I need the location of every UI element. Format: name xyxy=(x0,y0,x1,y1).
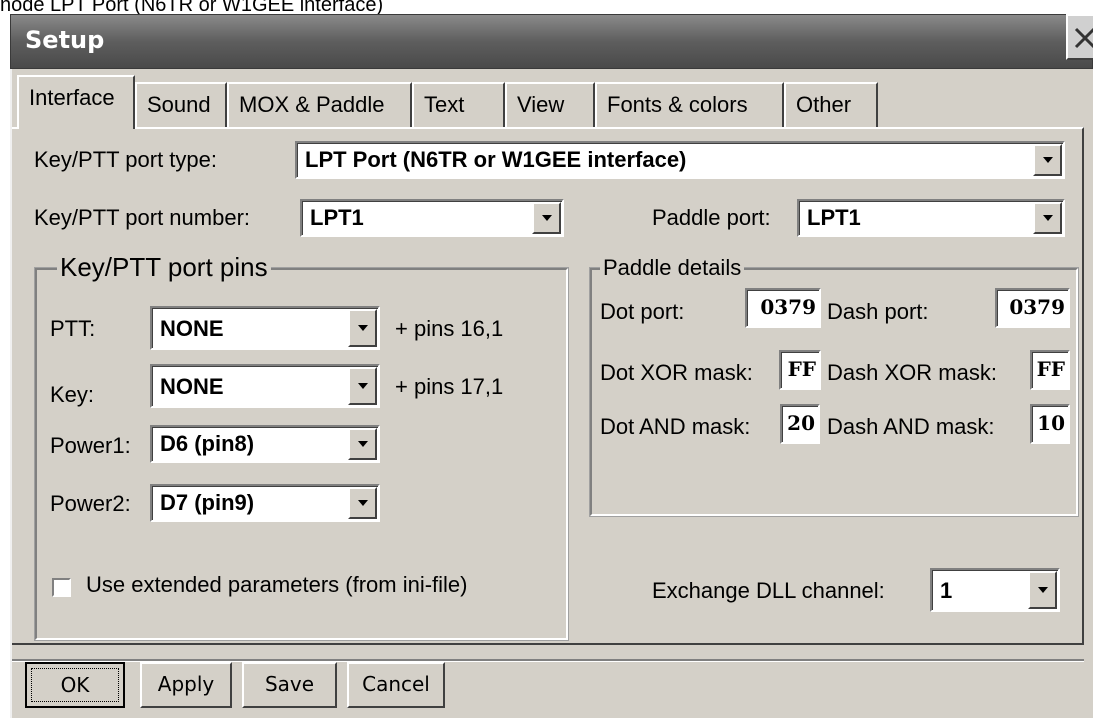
key-value: NONE xyxy=(160,374,224,399)
ok-button[interactable]: OK xyxy=(25,662,125,708)
dot-port-label: Dot port: xyxy=(600,299,685,324)
dash-and-label: Dash AND mask: xyxy=(827,414,995,439)
paddle-port-value: LPT1 xyxy=(807,205,861,230)
dot-and-input[interactable]: 20 xyxy=(780,404,820,444)
pins-group-title: Key/PTT port pins xyxy=(57,252,271,283)
dash-xor-input[interactable]: FF xyxy=(1030,350,1070,390)
power1-label: Power1: xyxy=(50,433,131,458)
ptt-value: NONE xyxy=(160,316,224,341)
key-label: Key: xyxy=(50,382,95,407)
port-number-dropdown-button[interactable] xyxy=(532,202,561,234)
paddle-port-label: Paddle port: xyxy=(652,205,771,230)
port-number-select[interactable]: LPT1 xyxy=(300,199,564,237)
chevron-down-icon xyxy=(358,383,368,389)
ptt-dropdown-button[interactable] xyxy=(348,309,377,347)
ptt-pins-note: + pins 16,1 xyxy=(395,316,504,341)
paddle-port-select[interactable]: LPT1 xyxy=(797,199,1065,237)
close-icon xyxy=(1074,27,1093,49)
tab-interface[interactable]: Interface xyxy=(17,75,135,129)
power2-label: Power2: xyxy=(50,491,131,516)
dll-channel-dropdown-button[interactable] xyxy=(1028,571,1057,609)
port-type-label: Key/PTT port type: xyxy=(34,147,218,172)
paddle-port-dropdown-button[interactable] xyxy=(1033,202,1062,234)
chevron-down-icon xyxy=(1043,157,1053,163)
dash-and-input[interactable]: 10 xyxy=(1030,404,1070,444)
dash-port-label: Dash port: xyxy=(827,299,929,324)
port-type-value: LPT Port (N6TR or W1GEE interface) xyxy=(305,147,687,172)
dot-xor-input[interactable]: FF xyxy=(779,350,821,390)
port-type-dropdown-button[interactable] xyxy=(1033,144,1062,176)
power1-value: D6 (pin8) xyxy=(160,431,255,456)
tab-view[interactable]: View xyxy=(505,82,595,127)
dll-channel-label: Exchange DLL channel: xyxy=(652,578,885,603)
tab-mox-paddle[interactable]: MOX & Paddle xyxy=(227,82,412,127)
power2-dropdown-button[interactable] xyxy=(348,487,377,519)
extended-params-label[interactable]: Use extended parameters (from ini-file) xyxy=(86,572,467,598)
tab-sound[interactable]: Sound xyxy=(135,82,227,127)
title-bar[interactable]: Setup xyxy=(10,14,1093,69)
tab-other[interactable]: Other xyxy=(784,82,878,127)
power1-select[interactable]: D6 (pin8) xyxy=(150,425,380,463)
chevron-down-icon xyxy=(1043,215,1053,221)
close-button[interactable] xyxy=(1066,14,1093,60)
key-pins-note: + pins 17,1 xyxy=(395,374,504,399)
ptt-label: PTT: xyxy=(50,316,96,341)
ptt-select[interactable]: NONE xyxy=(150,306,380,350)
key-dropdown-button[interactable] xyxy=(348,367,377,405)
dll-channel-value: 1 xyxy=(940,578,953,603)
chevron-down-icon xyxy=(358,441,368,447)
port-type-select[interactable]: LPT Port (N6TR or W1GEE interface) xyxy=(295,141,1065,179)
dll-channel-select[interactable]: 1 xyxy=(930,568,1060,612)
paddle-details-title: Paddle details xyxy=(600,255,745,281)
chevron-down-icon xyxy=(1038,587,1048,593)
chevron-down-icon xyxy=(358,500,368,506)
window-title: Setup xyxy=(25,26,105,54)
key-select[interactable]: NONE xyxy=(150,364,380,408)
power2-select[interactable]: D7 (pin9) xyxy=(150,484,380,522)
dot-port-input[interactable]: 0379 xyxy=(745,288,821,328)
dash-xor-label: Dash XOR mask: xyxy=(827,360,997,385)
port-number-label: Key/PTT port number: xyxy=(34,205,251,230)
ok-button-label: OK xyxy=(31,668,119,702)
chevron-down-icon xyxy=(358,325,368,331)
chevron-down-icon xyxy=(542,215,552,221)
cancel-button[interactable]: Cancel xyxy=(347,662,445,708)
dot-and-label: Dot AND mask: xyxy=(600,414,751,439)
dot-xor-label: Dot XOR mask: xyxy=(600,360,753,385)
tab-text[interactable]: Text xyxy=(412,82,505,127)
power1-dropdown-button[interactable] xyxy=(348,428,377,460)
tab-fonts-colors[interactable]: Fonts & colors xyxy=(595,82,784,127)
extended-params-checkbox[interactable] xyxy=(52,578,71,597)
dash-port-input[interactable]: 0379 xyxy=(995,288,1070,328)
power2-value: D7 (pin9) xyxy=(160,490,255,515)
port-number-value: LPT1 xyxy=(310,205,364,230)
save-button[interactable]: Save xyxy=(242,662,337,708)
apply-button[interactable]: Apply xyxy=(140,662,232,708)
